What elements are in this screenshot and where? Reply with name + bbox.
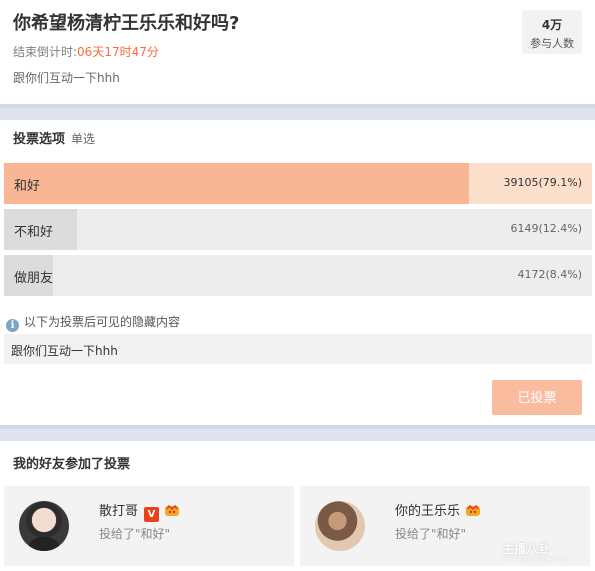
crown-badge-icon <box>466 504 481 516</box>
option-zuopengyou[interactable]: 做朋友 4172(8.4%) <box>4 255 592 296</box>
participants-label: 参与人数 <box>530 37 574 50</box>
options-section-title: 投票选项 单选 <box>13 128 95 147</box>
avatar[interactable] <box>315 501 365 551</box>
option-buhehao[interactable]: 不和好 6149(12.4%) <box>4 209 592 250</box>
friend-vote-action: 投给了"和好" <box>99 527 171 541</box>
poll-title: 你希望杨清柠王乐乐和好吗? <box>13 13 240 34</box>
watermark: 主播八卦 www.zhubo8gua.com <box>502 540 567 562</box>
option-fill <box>4 163 470 204</box>
option-result: 4172(8.4%) <box>517 268 582 281</box>
watermark-text: 主播八卦 <box>502 542 551 556</box>
poll-description: 跟你们互动一下hhh <box>13 71 120 85</box>
hidden-content-tip: i 以下为投票后可见的隐藏内容 <box>6 313 180 332</box>
friends-section-title: 我的好友参加了投票 <box>13 457 131 472</box>
options-mode: 单选 <box>71 132 96 146</box>
countdown-time: 06天17时47分 <box>77 45 159 59</box>
option-label: 和好 <box>14 179 41 194</box>
watermark-url: www.zhubo8gua.com <box>502 555 567 562</box>
verified-badge-icon: V <box>144 507 160 522</box>
friend-name[interactable]: 你的王乐乐 <box>395 504 460 519</box>
friend-name[interactable]: 散打哥 <box>99 504 138 519</box>
crown-badge-icon <box>165 504 180 516</box>
participants-box: 4万 参与人数 <box>522 10 582 54</box>
option-result: 6149(12.4%) <box>510 222 582 235</box>
friend-name-row: 散打哥 V <box>99 500 180 522</box>
option-result: 39105(79.1%) <box>503 176 582 189</box>
friend-name-row: 你的王乐乐 <box>395 500 481 519</box>
friend-vote-action: 投给了"和好" <box>395 527 467 541</box>
option-label: 不和好 <box>14 225 54 240</box>
voted-button[interactable]: 已投票 <box>492 380 582 415</box>
poll-countdown: 结束倒计时:06天17时47分 <box>13 43 159 60</box>
section-divider <box>0 104 595 120</box>
option-label: 做朋友 <box>14 271 54 286</box>
option-hehao[interactable]: 和好 39105(79.1%) <box>4 163 592 204</box>
hidden-tip-text: 以下为投票后可见的隐藏内容 <box>24 315 181 329</box>
section-divider <box>0 425 595 441</box>
poll-header: 你希望杨清柠王乐乐和好吗? 结束倒计时:06天17时47分 跟你们互动一下hhh… <box>0 0 595 104</box>
participants-count: 4万 <box>541 18 563 32</box>
friend-card[interactable]: 散打哥 V 投给了"和好" <box>4 486 294 566</box>
hidden-content: 跟你们互动一下hhh <box>4 334 592 364</box>
countdown-label: 结束倒计时: <box>13 45 78 59</box>
avatar[interactable] <box>19 501 69 551</box>
info-icon: i <box>6 319 19 332</box>
options-title: 投票选项 <box>13 132 66 147</box>
